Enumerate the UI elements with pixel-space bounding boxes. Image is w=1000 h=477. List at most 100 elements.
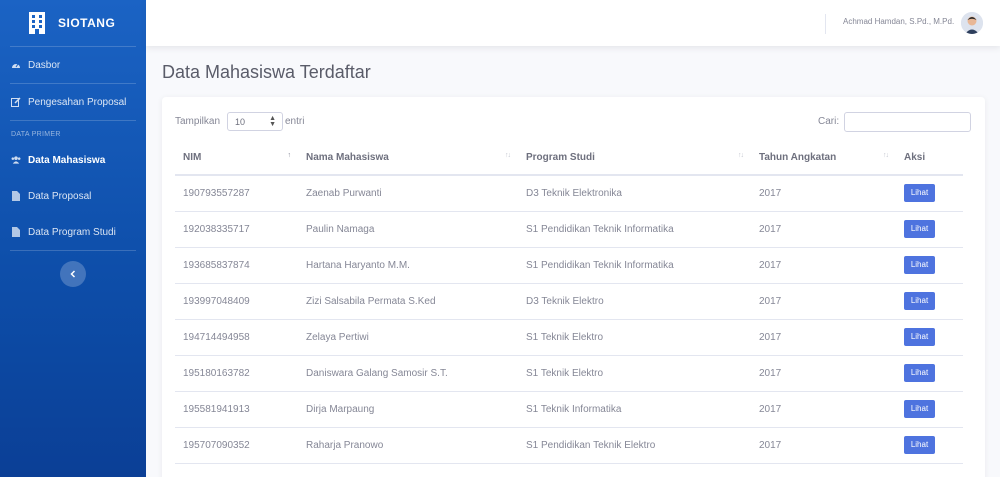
lihat-button[interactable]: Lihat bbox=[904, 220, 935, 238]
sidebar: SIOTANG Dasbor Pengesahan Proposal DATA … bbox=[0, 0, 146, 477]
cell-nama: Paulin Namaga bbox=[298, 211, 518, 248]
lihat-button[interactable]: Lihat bbox=[904, 328, 935, 346]
cell-aksi: Lihat bbox=[896, 247, 963, 284]
brand-name: SIOTANG bbox=[58, 16, 116, 30]
cell-prodi: S1 Pendidikan Teknik Informatika bbox=[518, 211, 751, 248]
sidebar-item-data-proposal[interactable]: Data Proposal bbox=[0, 178, 146, 214]
cell-nim: 194714494958 bbox=[175, 319, 298, 356]
cell-nama: Zaenab Purwanti bbox=[298, 175, 518, 212]
cell-prodi: S1 Teknik Informatika bbox=[518, 391, 751, 428]
cell-prodi: D3 Teknik Elektro bbox=[518, 283, 751, 320]
page-title: Data Mahasiswa Terdaftar bbox=[162, 62, 371, 82]
cell-prodi: S1 Pendidikan Teknik Elektro bbox=[518, 427, 751, 464]
search-input[interactable] bbox=[844, 112, 971, 132]
lihat-button[interactable]: Lihat bbox=[904, 184, 935, 203]
cell-tahun: 2017 bbox=[751, 175, 896, 212]
cell-nim: 195180163782 bbox=[175, 355, 298, 392]
cell-aksi: Lihat bbox=[896, 283, 963, 320]
cell-nama: Hartana Haryanto M.M. bbox=[298, 247, 518, 284]
cell-nim: 193685837874 bbox=[175, 247, 298, 284]
users-icon bbox=[11, 155, 21, 165]
cell-nim: 192038335717 bbox=[175, 211, 298, 248]
cell-nim: 193997048409 bbox=[175, 283, 298, 320]
cell-prodi: S1 Pendidikan Teknik Informatika bbox=[518, 247, 751, 284]
data-card: Tampilkan 10 ▲ ▼ entri Cari: NIM ↑ Nama M… bbox=[162, 97, 985, 477]
user-name[interactable]: Achmad Hamdan, S.Pd., M.Pd. bbox=[843, 17, 954, 26]
table-row: 193685837874 Hartana Haryanto M.M. S1 Pend… bbox=[175, 247, 963, 284]
lihat-button[interactable]: Lihat bbox=[904, 256, 935, 274]
cell-nama: Daniswara Galang Samosir S.T. bbox=[298, 355, 518, 392]
table-row: 190793557287 Zaenab Purwanti D3 Teknik Ele… bbox=[175, 175, 963, 212]
sidebar-item-data-program-studi[interactable]: Data Program Studi bbox=[0, 214, 146, 250]
cell-prodi: S1 Teknik Elektro bbox=[518, 319, 751, 356]
lihat-button[interactable]: Lihat bbox=[904, 292, 935, 310]
cell-aksi: Lihat bbox=[896, 319, 963, 356]
pen-square-icon bbox=[11, 97, 21, 107]
chevron-left-icon bbox=[69, 265, 77, 283]
mahasiswa-table: NIM ↑ Nama Mahasiswa ↑↓ Program Studi ↑↓… bbox=[175, 141, 963, 464]
avatar[interactable] bbox=[961, 12, 983, 34]
cell-nim: 195581941913 bbox=[175, 391, 298, 428]
cell-prodi: D3 Teknik Elektronika bbox=[518, 175, 751, 212]
cell-aksi: Lihat bbox=[896, 391, 963, 428]
entries-select[interactable]: 10 ▲ ▼ bbox=[227, 112, 283, 131]
table-row: 195180163782 Daniswara Galang Samosir S.T… bbox=[175, 355, 963, 392]
sidebar-divider bbox=[10, 250, 136, 251]
cell-aksi: Lihat bbox=[896, 427, 963, 464]
cell-nama: Dirja Marpaung bbox=[298, 391, 518, 428]
cell-nama: Zelaya Pertiwi bbox=[298, 319, 518, 356]
cell-nim: 195707090352 bbox=[175, 427, 298, 464]
table-row: 192038335717 Paulin Namaga S1 Pendidikan T… bbox=[175, 211, 963, 248]
table-row: 194714494958 Zelaya Pertiwi S1 Teknik Elek… bbox=[175, 319, 963, 356]
sidebar-item-label: Data Program Studi bbox=[28, 226, 116, 238]
sort-icon: ↑↓ bbox=[738, 152, 744, 159]
column-header-nama[interactable]: Nama Mahasiswa ↑↓ bbox=[298, 141, 518, 176]
gauge-icon bbox=[11, 60, 21, 70]
cell-prodi: S1 Teknik Elektro bbox=[518, 355, 751, 392]
sort-arrows-icon: ▲ ▼ bbox=[269, 115, 276, 128]
lihat-button[interactable]: Lihat bbox=[904, 400, 935, 418]
table-header-row: NIM ↑ Nama Mahasiswa ↑↓ Program Studi ↑↓… bbox=[175, 141, 963, 176]
cell-tahun: 2017 bbox=[751, 211, 896, 248]
sidebar-toggle-button[interactable] bbox=[60, 261, 86, 287]
sort-icon: ↑↓ bbox=[883, 152, 889, 159]
brand[interactable]: SIOTANG bbox=[0, 0, 146, 46]
column-header-prodi[interactable]: Program Studi ↑↓ bbox=[518, 141, 751, 176]
sidebar-item-dasbor[interactable]: Dasbor bbox=[0, 47, 146, 83]
cell-tahun: 2017 bbox=[751, 283, 896, 320]
sidebar-item-label: Dasbor bbox=[28, 59, 61, 71]
cell-tahun: 2017 bbox=[751, 355, 896, 392]
sidebar-item-label: Data Proposal bbox=[28, 190, 92, 202]
lihat-button[interactable]: Lihat bbox=[904, 436, 935, 454]
cell-tahun: 2017 bbox=[751, 391, 896, 428]
cell-tahun: 2017 bbox=[751, 247, 896, 284]
cell-nama: Zizi Salsabila Permata S.Ked bbox=[298, 283, 518, 320]
column-header-tahun[interactable]: Tahun Angkatan ↑↓ bbox=[751, 141, 896, 176]
topbar-divider bbox=[825, 14, 826, 34]
lihat-button[interactable]: Lihat bbox=[904, 364, 935, 382]
length-label: Tampilkan bbox=[175, 116, 221, 127]
cell-nim: 190793557287 bbox=[175, 175, 298, 212]
table-row: 195707090352 Raharja Pranowo S1 Pendidikan… bbox=[175, 427, 963, 464]
cell-tahun: 2017 bbox=[751, 319, 896, 356]
column-header-aksi: Aksi bbox=[896, 141, 963, 176]
entries-value: 10 bbox=[235, 116, 246, 127]
sort-icon: ↑↓ bbox=[505, 152, 511, 159]
sidebar-item-data-mahasiswa[interactable]: Data Mahasiswa bbox=[0, 142, 146, 178]
sidebar-section-heading: DATA PRIMER bbox=[11, 131, 61, 138]
file-icon bbox=[11, 191, 21, 201]
topbar: Achmad Hamdan, S.Pd., M.Pd. bbox=[146, 0, 1000, 46]
file-icon bbox=[11, 227, 21, 237]
search-label: Cari: bbox=[818, 116, 840, 127]
cell-nama: Raharja Pranowo bbox=[298, 427, 518, 464]
sidebar-item-label: Data Mahasiswa bbox=[28, 154, 106, 166]
cell-aksi: Lihat bbox=[896, 355, 963, 392]
cell-tahun: 2017 bbox=[751, 427, 896, 464]
column-header-nim[interactable]: NIM ↑ bbox=[175, 141, 298, 176]
sidebar-item-label: Pengesahan Proposal bbox=[28, 96, 127, 108]
sidebar-item-pengesahan-proposal[interactable]: Pengesahan Proposal bbox=[0, 84, 146, 120]
building-icon bbox=[28, 12, 46, 34]
table-row: 193997048409 Zizi Salsabila Permata S.Ked… bbox=[175, 283, 963, 320]
length-suffix: entri bbox=[285, 116, 305, 127]
table-row: 195581941913 Dirja Marpaung S1 Teknik Info… bbox=[175, 391, 963, 428]
